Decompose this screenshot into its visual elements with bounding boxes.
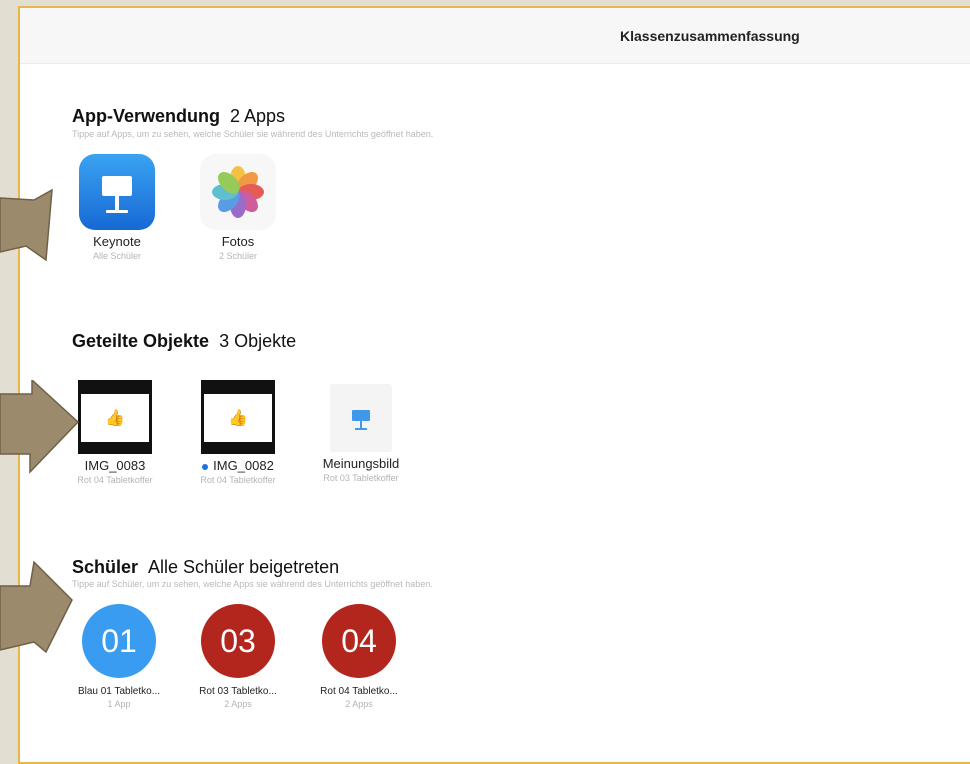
image-thumbnail: 👍	[201, 380, 275, 454]
student-rot-03[interactable]: 03 Rot 03 Tabletko... 2 Apps	[183, 604, 293, 709]
student-name: Rot 04 Tabletko...	[320, 686, 398, 697]
student-name: Rot 03 Tabletko...	[199, 686, 277, 697]
navigation-bar: Klassenzusammenfassung	[20, 8, 970, 64]
student-blau-01[interactable]: 01 Blau 01 Tabletko... 1 App	[64, 604, 174, 709]
annotation-arrow-apps	[0, 188, 53, 262]
student-app-count: 2 Apps	[345, 699, 373, 709]
shared-item-name: IMG_0082	[213, 458, 274, 473]
annotation-arrow-shared	[0, 380, 80, 474]
students-title: Schüler	[72, 557, 139, 577]
students-heading: Schüler Alle Schüler beigetreten	[72, 557, 339, 578]
app-tile-keynote[interactable]: Keynote Alle Schüler	[62, 154, 172, 261]
thumbs-up-icon: 👍	[105, 410, 125, 427]
app-name: Fotos	[221, 234, 255, 249]
app-users: 2 Schüler	[218, 251, 258, 261]
app-usage-count: 2 Apps	[230, 106, 286, 126]
nav-title: Klassenzusammenfassung	[620, 28, 800, 44]
app-name: Keynote	[93, 234, 141, 249]
student-avatar: 01	[82, 604, 156, 678]
keynote-document-icon	[330, 384, 392, 452]
shared-item-meinungsbild[interactable]: Meinungsbild Rot 03 Tabletkoffer	[306, 380, 416, 483]
shared-item-img-0082[interactable]: 👍 IMG_0082 Rot 04 Tabletkoffer	[183, 380, 293, 485]
student-name: Blau 01 Tabletko...	[77, 686, 161, 697]
app-users: Alle Schüler	[92, 251, 142, 261]
student-app-count: 1 App	[107, 699, 131, 709]
unread-dot	[202, 463, 209, 470]
shared-item-name: Meinungsbild	[322, 456, 400, 471]
keynote-icon	[79, 154, 155, 230]
thumbs-up-icon: 👍	[228, 410, 248, 427]
shared-objects-count: 3 Objekte	[219, 331, 297, 351]
shared-objects-title: Geteilte Objekte	[72, 331, 210, 351]
shared-item-owner: Rot 03 Tabletkoffer	[323, 473, 399, 483]
students-status: Alle Schüler beigetreten	[148, 557, 340, 577]
app-usage-title: App-Verwendung	[72, 106, 220, 126]
students-hint: Tippe auf Schüler, um zu sehen, welche A…	[72, 579, 433, 589]
app-usage-hint: Tippe auf Apps, um zu sehen, welche Schü…	[72, 129, 434, 139]
shared-item-name-row: IMG_0082	[183, 458, 293, 473]
shared-objects-heading: Geteilte Objekte 3 Objekte	[72, 331, 296, 352]
student-avatar: 03	[201, 604, 275, 678]
student-avatar: 04	[322, 604, 396, 678]
student-app-count: 2 Apps	[224, 699, 252, 709]
student-rot-04[interactable]: 04 Rot 04 Tabletko... 2 Apps	[304, 604, 414, 709]
app-tile-fotos[interactable]: Fotos 2 Schüler	[183, 154, 293, 261]
annotation-arrow-students	[0, 560, 73, 654]
image-thumbnail: 👍	[78, 380, 152, 454]
class-summary-screen: Klassenzusammenfassung App-Verwendung 2 A…	[18, 6, 970, 764]
photos-icon	[200, 154, 276, 230]
app-usage-heading: App-Verwendung 2 Apps	[72, 106, 285, 127]
shared-item-owner: Rot 04 Tabletkoffer	[200, 475, 276, 485]
